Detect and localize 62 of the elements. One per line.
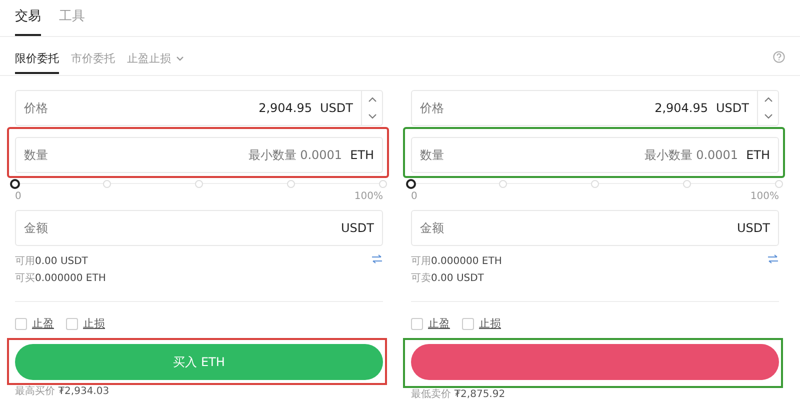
- unit-label: ETH: [350, 148, 374, 162]
- quantity-input[interactable]: 最小数量 0.0001: [628, 148, 738, 162]
- slider-step-dot[interactable]: [103, 180, 111, 188]
- field-label: 价格: [24, 100, 48, 116]
- amount-field[interactable]: 金额 USDT: [411, 210, 779, 246]
- quantity-field[interactable]: 数量 最小数量 0.0001 ETH: [411, 137, 779, 173]
- best-price-text: 最高买价 ₮2,934.03: [15, 384, 110, 398]
- field-value: 2,904.95: [654, 101, 708, 115]
- swap-icon[interactable]: [767, 254, 779, 264]
- unit-label: USDT: [716, 101, 749, 115]
- unit-label: USDT: [341, 221, 374, 235]
- sell-button[interactable]: [411, 344, 779, 380]
- checkbox-label[interactable]: 止损: [479, 316, 501, 331]
- slider-step-dot[interactable]: [775, 180, 783, 188]
- balance-text: 可用0.00 USDT: [15, 255, 89, 268]
- slider-max-label: 100%: [354, 191, 383, 202]
- slider-step-dot[interactable]: [195, 180, 203, 188]
- quantity-input[interactable]: 最小数量 0.0001: [232, 148, 342, 162]
- checkbox[interactable]: [66, 318, 78, 330]
- slider-step-dot[interactable]: [591, 180, 599, 188]
- unit-label: USDT: [737, 221, 770, 235]
- slider-step-dot[interactable]: [287, 180, 295, 188]
- checkbox[interactable]: [462, 318, 474, 330]
- slider-min-label: 0: [15, 191, 22, 202]
- percent-slider[interactable]: [406, 178, 784, 190]
- unit-label: USDT: [320, 101, 353, 115]
- chevron-up-icon: [368, 97, 376, 102]
- swap-icon[interactable]: [371, 254, 383, 264]
- unit-label: ETH: [746, 148, 770, 162]
- checkbox[interactable]: [411, 318, 423, 330]
- tab[interactable]: 交易: [15, 6, 41, 36]
- price-field[interactable]: 价格 2,904.95 USDT: [411, 90, 779, 126]
- checkbox[interactable]: [15, 318, 27, 330]
- order-type-tab[interactable]: 限价委托: [15, 51, 59, 74]
- balance-text: 可买0.000000 ETH: [15, 272, 106, 285]
- checkbox-label[interactable]: 止损: [83, 316, 105, 331]
- slider-max-label: 100%: [750, 191, 779, 202]
- field-value: 2,904.95: [258, 101, 312, 115]
- slider-thumb[interactable]: [10, 179, 20, 189]
- checkbox-label[interactable]: 止盈: [32, 316, 54, 331]
- balance-text: 可用0.000000 ETH: [411, 255, 502, 268]
- price-field[interactable]: 价格 2,904.95 USDT: [15, 90, 383, 126]
- field-label: 数量: [420, 146, 444, 164]
- chevron-down-icon: [764, 114, 772, 119]
- slider-thumb[interactable]: [406, 179, 416, 189]
- balance-text: 可卖0.00 USDT: [411, 272, 485, 285]
- slider-step-dot[interactable]: [379, 180, 387, 188]
- help-icon[interactable]: [773, 51, 785, 63]
- chevron-up-icon: [764, 97, 772, 102]
- field-label: 价格: [420, 100, 444, 116]
- best-price-text: 最低卖价 ₮2,875.92: [411, 388, 506, 401]
- percent-slider[interactable]: [10, 178, 388, 190]
- field-label: 金额: [24, 220, 48, 236]
- slider-min-label: 0: [411, 191, 418, 202]
- checkbox-label[interactable]: 止盈: [428, 316, 450, 331]
- quantity-field[interactable]: 数量 最小数量 0.0001 ETH: [15, 137, 383, 173]
- slider-step-dot[interactable]: [499, 180, 507, 188]
- field-label: 数量: [24, 146, 48, 164]
- amount-field[interactable]: 金额 USDT: [15, 210, 383, 246]
- slider-step-dot[interactable]: [683, 180, 691, 188]
- field-label: 金额: [420, 220, 444, 236]
- chevron-down-icon: [368, 114, 376, 119]
